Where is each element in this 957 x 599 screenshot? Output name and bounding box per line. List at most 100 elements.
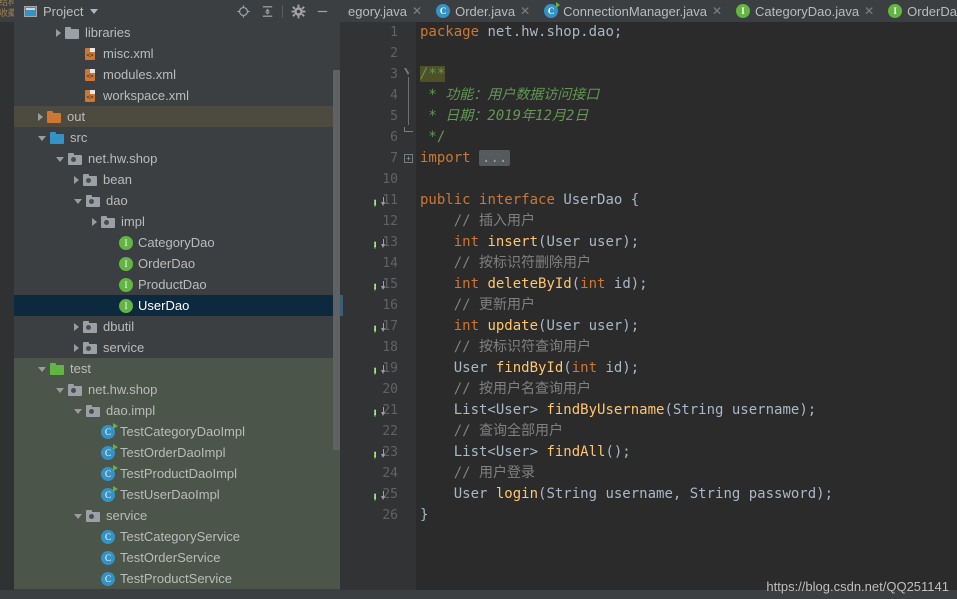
gutter-line[interactable]: I 11 — [340, 190, 402, 211]
gutter-line[interactable]: 26 — [340, 505, 402, 526]
gutter-line[interactable]: I 15 — [340, 274, 402, 295]
tree-node-orderdao[interactable]: I OrderDao — [14, 253, 340, 274]
code-content[interactable]: package net.hw.shop.dao; /** * 功能：用户数据访问… — [416, 22, 904, 599]
chevron-down-icon[interactable] — [74, 409, 82, 414]
gutter-line[interactable]: 2 — [340, 43, 402, 64]
implemented-by-icon[interactable]: I — [374, 194, 386, 207]
chevron-down-icon[interactable] — [74, 514, 82, 519]
gutter-line[interactable]: 6 — [340, 127, 402, 148]
code-line[interactable]: } — [420, 505, 904, 526]
tree-node-src[interactable]: src — [14, 127, 340, 148]
code-line[interactable]: // 更新用户 — [420, 295, 904, 316]
code-line[interactable]: * 功能：用户数据访问接口 — [420, 85, 904, 106]
editor-tab-categorydao-java[interactable]: I CategoryDao.java ✕ — [728, 0, 881, 22]
code-line[interactable]: // 用户登录 — [420, 463, 904, 484]
gutter-line[interactable]: 1 — [340, 22, 402, 43]
tree-node-net-hw-shop[interactable]: net.hw.shop — [14, 148, 340, 169]
chevron-right-icon[interactable] — [56, 28, 61, 37]
tree-node-testproductservice[interactable]: C TestProductService — [14, 568, 340, 589]
chevron-down-icon[interactable] — [56, 388, 64, 393]
tree-node-dbutil[interactable]: dbutil — [14, 316, 340, 337]
code-line[interactable]: public interface UserDao { — [420, 190, 904, 211]
fold-end-javadoc-icon[interactable] — [404, 127, 413, 136]
tree-node-bean[interactable]: bean — [14, 169, 340, 190]
gutter-line[interactable]: I 25 — [340, 484, 402, 505]
gutter-line[interactable]: I 19 — [340, 358, 402, 379]
code-line[interactable]: package net.hw.shop.dao; — [420, 22, 904, 43]
tree-node-dao-impl[interactable]: dao.impl — [14, 400, 340, 421]
editor-tab-connectionmanager-java[interactable]: C ConnectionManager.java ✕ — [536, 0, 729, 22]
locate-icon[interactable] — [231, 0, 255, 22]
implemented-by-icon[interactable]: I — [374, 236, 386, 249]
code-line[interactable]: int update(User user); — [420, 316, 904, 337]
code-line[interactable]: // 按标识符查询用户 — [420, 337, 904, 358]
tree-node-testproductdaoimpl[interactable]: C TestProductDaoImpl — [14, 463, 340, 484]
tree-node-testuserdaoimpl[interactable]: C TestUserDaoImpl — [14, 484, 340, 505]
gutter-line[interactable]: 24 — [340, 463, 402, 484]
gutter-line[interactable]: 3 — [340, 64, 402, 85]
project-tree-scrollbar[interactable] — [333, 70, 340, 450]
code-line[interactable] — [420, 169, 904, 190]
gutter-line[interactable]: 7 — [340, 148, 402, 169]
editor-tab-order-java[interactable]: C Order.java ✕ — [428, 0, 537, 22]
tree-node-userdao[interactable]: I UserDao — [14, 295, 340, 316]
tree-node-modules-xml[interactable]: modules.xml — [14, 64, 340, 85]
tree-node-libraries[interactable]: libraries — [14, 22, 340, 43]
code-line[interactable]: List<User> findAll(); — [420, 442, 904, 463]
close-icon[interactable]: ✕ — [412, 5, 422, 17]
gutter-line[interactable]: 14 — [340, 253, 402, 274]
code-line[interactable]: User findById(int id); — [420, 358, 904, 379]
implemented-by-icon[interactable]: I — [374, 278, 386, 291]
fold-collapse-javadoc-icon[interactable] — [404, 68, 413, 77]
gutter-line[interactable]: 12 — [340, 211, 402, 232]
gutter-line[interactable]: I 21 — [340, 400, 402, 421]
code-line[interactable]: * 日期：2019年12月2日 — [420, 106, 904, 127]
hide-panel-icon[interactable] — [310, 0, 334, 22]
code-line[interactable]: // 查询全部用户 — [420, 421, 904, 442]
tree-node-out[interactable]: out — [14, 106, 340, 127]
editor-tab-egory-java[interactable]: egory.java ✕ — [340, 0, 429, 22]
collapse-all-icon[interactable] — [255, 0, 279, 22]
code-line[interactable]: */ — [420, 127, 904, 148]
gutter-line[interactable]: 20 — [340, 379, 402, 400]
tree-node-categorydao[interactable]: I CategoryDao — [14, 232, 340, 253]
chevron-right-icon[interactable] — [38, 112, 43, 121]
tree-node-net-hw-shop[interactable]: net.hw.shop — [14, 379, 340, 400]
editor-tab-bar[interactable]: egory.java ✕ C Order.java ✕ C ConnectionManage… — [340, 0, 957, 22]
chevron-right-icon[interactable] — [74, 175, 79, 184]
chevron-down-icon[interactable] — [56, 157, 64, 162]
tree-node-productdao[interactable]: I ProductDao — [14, 274, 340, 295]
implemented-by-icon[interactable]: I — [374, 362, 386, 375]
gutter-line[interactable]: 4 — [340, 85, 402, 106]
code-line[interactable]: List<User> findByUsername(String usernam… — [420, 400, 904, 421]
code-line[interactable]: // 按用户名查询用户 — [420, 379, 904, 400]
close-icon[interactable]: ✕ — [712, 5, 722, 17]
fold-expand-import-icon[interactable]: + — [404, 154, 413, 163]
tree-node-testorderdaoimpl[interactable]: C TestOrderDaoImpl — [14, 442, 340, 463]
editor-tab-orderda[interactable]: I OrderDa — [880, 0, 957, 22]
editor-gutter[interactable]: 1 2 3 4 5 6 7 10 I 11 12 I 13 14 I 15 16 I 17 18 I 19 20 I 21 22 I… — [340, 22, 402, 599]
tree-node-dao[interactable]: dao — [14, 190, 340, 211]
left-tool-strip[interactable]: 结构 收藏 — [0, 0, 14, 22]
settings-gear-icon[interactable] — [286, 0, 310, 22]
close-icon[interactable]: ✕ — [520, 5, 530, 17]
code-line[interactable]: // 插入用户 — [420, 211, 904, 232]
tree-node-service[interactable]: service — [14, 505, 340, 526]
chevron-right-icon[interactable] — [92, 217, 97, 226]
gutter-line[interactable]: 10 — [340, 169, 402, 190]
tree-node-service[interactable]: service — [14, 337, 340, 358]
gutter-line[interactable]: I 13 — [340, 232, 402, 253]
tree-node-impl[interactable]: impl — [14, 211, 340, 232]
tree-node-testorderservice[interactable]: C TestOrderService — [14, 547, 340, 568]
gutter-line[interactable]: I 23 — [340, 442, 402, 463]
close-icon[interactable]: ✕ — [864, 5, 874, 17]
tree-node-testcategoryservice[interactable]: C TestCategoryService — [14, 526, 340, 547]
chevron-down-icon[interactable] — [38, 136, 46, 141]
implemented-by-icon[interactable]: I — [374, 488, 386, 501]
implemented-by-icon[interactable]: I — [374, 446, 386, 459]
tree-node-test[interactable]: test — [14, 358, 340, 379]
code-line[interactable]: int deleteById(int id); — [420, 274, 904, 295]
gutter-line[interactable]: 22 — [340, 421, 402, 442]
chevron-right-icon[interactable] — [74, 322, 79, 331]
implemented-by-icon[interactable]: I — [374, 320, 386, 333]
